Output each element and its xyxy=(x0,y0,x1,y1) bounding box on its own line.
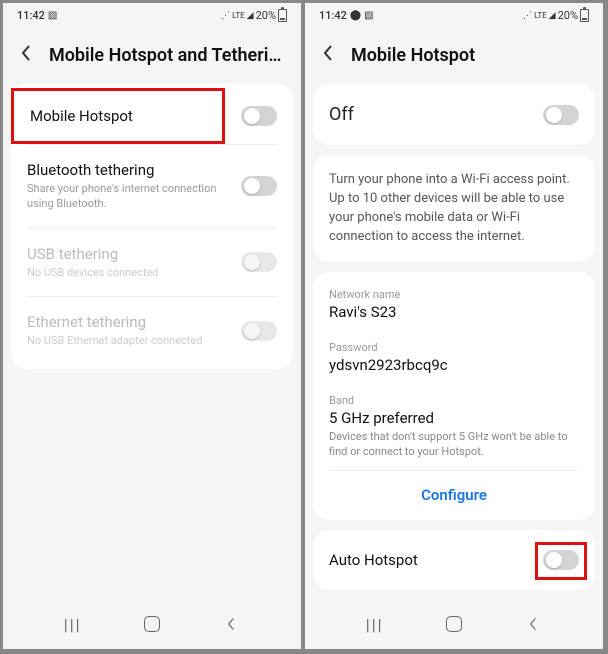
password-row[interactable]: Password ydsvn2923rbcq9c xyxy=(313,331,595,384)
ethernet-tethering-label: Ethernet tethering xyxy=(27,313,241,331)
picture-icon: ▧ xyxy=(48,10,57,21)
band-sub: Devices that don't support 5 GHz won't b… xyxy=(329,430,579,460)
configure-button[interactable]: Configure xyxy=(313,471,595,516)
auto-hotspot-toggle[interactable] xyxy=(543,550,579,570)
recents-icon: ||| xyxy=(64,615,82,634)
home-button[interactable] xyxy=(141,613,163,635)
description-text: Turn your phone into a Wi-Fi access poin… xyxy=(329,171,579,246)
cell-signal-icon: ◢ xyxy=(549,11,556,21)
recents-icon: ||| xyxy=(366,615,384,634)
auto-hotspot-card: Auto Hotspot xyxy=(313,530,595,590)
usb-tethering-row: USB tethering No USB devices connected xyxy=(11,229,293,296)
home-icon xyxy=(144,616,160,632)
status-time: 11:42 xyxy=(17,9,45,22)
mobile-hotspot-label: Mobile Hotspot xyxy=(30,107,222,125)
nav-bar: ||| xyxy=(305,603,603,649)
hotspot-status: Off xyxy=(329,104,543,125)
band-label: Band xyxy=(329,394,579,407)
ethernet-tethering-sub: No USB Ethernet adapter connected xyxy=(27,333,241,348)
header: Mobile Hotspot and Tetheri… xyxy=(3,26,301,84)
configure-label: Configure xyxy=(421,486,487,504)
network-name-value: Ravi's S23 xyxy=(329,303,579,321)
home-icon xyxy=(446,616,462,632)
bluetooth-tethering-sub: Share your phone's internet connection u… xyxy=(27,181,241,212)
config-card: Network name Ravi's S23 Password ydsvn29… xyxy=(313,272,595,520)
wifi-icon: ⋰ xyxy=(523,11,532,21)
phone-left: 11:42 ▧ ⋰ LTE ◢ 20% Mobile Hotspot and T… xyxy=(2,2,302,650)
band-value: 5 GHz preferred xyxy=(329,409,579,427)
back-nav-icon xyxy=(526,617,540,631)
usb-tethering-toggle xyxy=(241,252,277,272)
battery-pct: 20% xyxy=(558,9,578,22)
auto-hotspot-row[interactable]: Auto Hotspot xyxy=(313,534,595,586)
hotspot-status-toggle[interactable] xyxy=(543,105,579,125)
recents-button[interactable]: ||| xyxy=(62,613,84,635)
location-icon: ⬤ xyxy=(350,10,361,21)
password-label: Password xyxy=(329,341,579,354)
battery-icon xyxy=(278,9,287,22)
status-bar: 11:42 ⬤ ▧ ⋰ LTE ◢ 20% xyxy=(305,3,603,26)
home-button[interactable] xyxy=(443,613,465,635)
battery-pct: 20% xyxy=(256,9,276,22)
back-nav-button[interactable] xyxy=(220,613,242,635)
wifi-icon: ⋰ xyxy=(221,11,230,21)
nav-bar: ||| xyxy=(3,603,301,649)
band-row[interactable]: Band 5 GHz preferred Devices that don't … xyxy=(313,384,595,470)
page-title: Mobile Hotspot and Tetheri… xyxy=(49,45,285,66)
signal-icon: LTE xyxy=(232,11,245,20)
battery-icon xyxy=(580,9,589,22)
signal-icon: LTE xyxy=(534,11,547,20)
auto-hotspot-label: Auto Hotspot xyxy=(329,551,543,569)
cell-signal-icon: ◢ xyxy=(247,11,254,21)
bluetooth-tethering-toggle[interactable] xyxy=(241,176,277,196)
phone-right: 11:42 ⬤ ▧ ⋰ LTE ◢ 20% Mobile Hotspot xyxy=(304,2,604,650)
recents-button[interactable]: ||| xyxy=(364,613,386,635)
chevron-left-icon xyxy=(21,44,31,62)
header: Mobile Hotspot xyxy=(305,26,603,84)
bluetooth-tethering-label: Bluetooth tethering xyxy=(27,161,241,179)
mobile-hotspot-row[interactable]: Mobile Hotspot xyxy=(11,88,293,144)
mobile-hotspot-toggle[interactable] xyxy=(241,106,277,126)
status-bar: 11:42 ▧ ⋰ LTE ◢ 20% xyxy=(3,3,301,26)
chevron-left-icon xyxy=(323,44,333,62)
ethernet-tethering-row: Ethernet tethering No USB Ethernet adapt… xyxy=(11,297,293,364)
back-nav-button[interactable] xyxy=(522,613,544,635)
back-button[interactable] xyxy=(21,44,31,66)
bluetooth-tethering-row[interactable]: Bluetooth tethering Share your phone's i… xyxy=(11,145,293,228)
network-name-row[interactable]: Network name Ravi's S23 xyxy=(313,278,595,331)
settings-card: Mobile Hotspot Bluetooth tethering Share… xyxy=(11,84,293,369)
network-name-label: Network name xyxy=(329,288,579,301)
password-value: ydsvn2923rbcq9c xyxy=(329,356,579,374)
back-button[interactable] xyxy=(323,44,333,66)
ethernet-tethering-toggle xyxy=(241,321,277,341)
picture-icon: ▧ xyxy=(364,10,373,21)
status-time: 11:42 xyxy=(319,9,347,22)
status-card: Off xyxy=(313,84,595,145)
back-nav-icon xyxy=(224,617,238,631)
usb-tethering-sub: No USB devices connected xyxy=(27,265,241,280)
usb-tethering-label: USB tethering xyxy=(27,245,241,263)
hotspot-status-row[interactable]: Off xyxy=(313,88,595,141)
page-title: Mobile Hotspot xyxy=(351,45,587,66)
description-card: Turn your phone into a Wi-Fi access poin… xyxy=(313,155,595,262)
